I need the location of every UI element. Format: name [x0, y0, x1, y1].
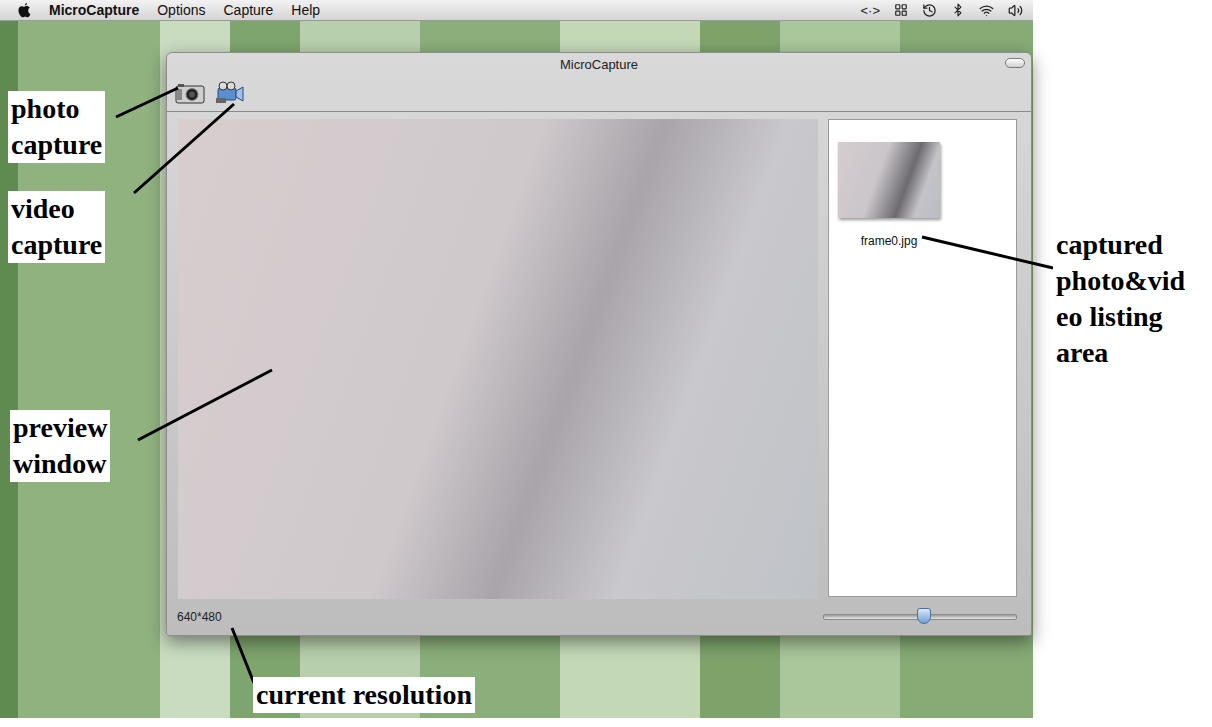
photo-capture-button[interactable]: [175, 80, 205, 106]
menu-bar: MicroCapture Options Capture Help <·>: [0, 0, 1033, 21]
capture-thumbnail: [838, 142, 940, 218]
annotation-label: previewwindow: [10, 410, 110, 482]
annotation-text: video: [11, 191, 102, 227]
annotation-line: [232, 628, 254, 683]
annotation-label: photocapture: [8, 91, 105, 163]
app-window: MicroCapture frame0.jpg 640*480: [166, 52, 1032, 636]
annotation-text: current resolution: [256, 677, 472, 713]
annotation-text: captured: [1056, 227, 1185, 263]
menu-item[interactable]: Help: [291, 2, 320, 18]
capture-list: frame0.jpg: [828, 119, 1017, 597]
video-capture-button[interactable]: [215, 80, 245, 106]
annotation-line: [922, 237, 1053, 268]
annotation-line: [116, 88, 178, 117]
annotation-text: window: [13, 446, 107, 482]
page: MicroCaptureOptionsCaptureHelp<·>MicroCa…: [0, 0, 1212, 727]
capture-item[interactable]: frame0.jpg: [836, 141, 942, 249]
menu-item[interactable]: Capture: [223, 2, 273, 18]
annotation-text: photo: [11, 91, 102, 127]
annotation-text: capture: [11, 227, 102, 263]
volume-icon[interactable]: [1008, 3, 1023, 18]
wifi-icon[interactable]: [979, 3, 994, 18]
annotation-text: preview: [13, 410, 107, 446]
time-machine-icon[interactable]: [922, 3, 937, 18]
menu-item[interactable]: Options: [157, 2, 205, 18]
menu-extras: <·>: [860, 3, 1023, 18]
annotation-line: [138, 370, 272, 440]
annotation-text: area: [1056, 335, 1185, 371]
status-bar: 640*480: [167, 599, 1031, 635]
zoom-slider[interactable]: [823, 614, 1017, 620]
annotation-label: current resolution: [253, 677, 475, 713]
annotation-text: photo&vid: [1056, 263, 1185, 299]
bluetooth-icon[interactable]: [951, 3, 965, 17]
annotation-text: capture: [11, 127, 102, 163]
toolbar: [167, 75, 1031, 112]
status-item[interactable]: <·>: [860, 3, 880, 18]
preview-window: [178, 119, 818, 599]
camcorder-icon: [215, 81, 245, 105]
capture-name: frame0.jpg: [857, 234, 922, 248]
annotation-text: eo listing: [1056, 299, 1185, 335]
toolbar-toggle[interactable]: [1005, 58, 1025, 68]
current-resolution: 640*480: [177, 610, 222, 624]
window-title: MicroCapture: [560, 57, 638, 72]
title-bar: MicroCapture: [167, 53, 1031, 75]
spaces-icon[interactable]: [894, 3, 908, 17]
slider-thumb[interactable]: [917, 608, 931, 624]
annotation-lines: [0, 0, 1212, 727]
annotation-label: videocapture: [8, 191, 105, 263]
app-menu[interactable]: MicroCapture: [49, 2, 139, 18]
camera-icon: [175, 82, 205, 104]
annotation-label: capturedphoto&video listingarea: [1053, 227, 1188, 371]
desktop: MicroCaptureOptionsCaptureHelp<·>MicroCa…: [0, 0, 1033, 718]
apple-icon[interactable]: [18, 3, 31, 18]
content: frame0.jpg: [167, 112, 1031, 599]
annotation-line: [134, 104, 234, 193]
